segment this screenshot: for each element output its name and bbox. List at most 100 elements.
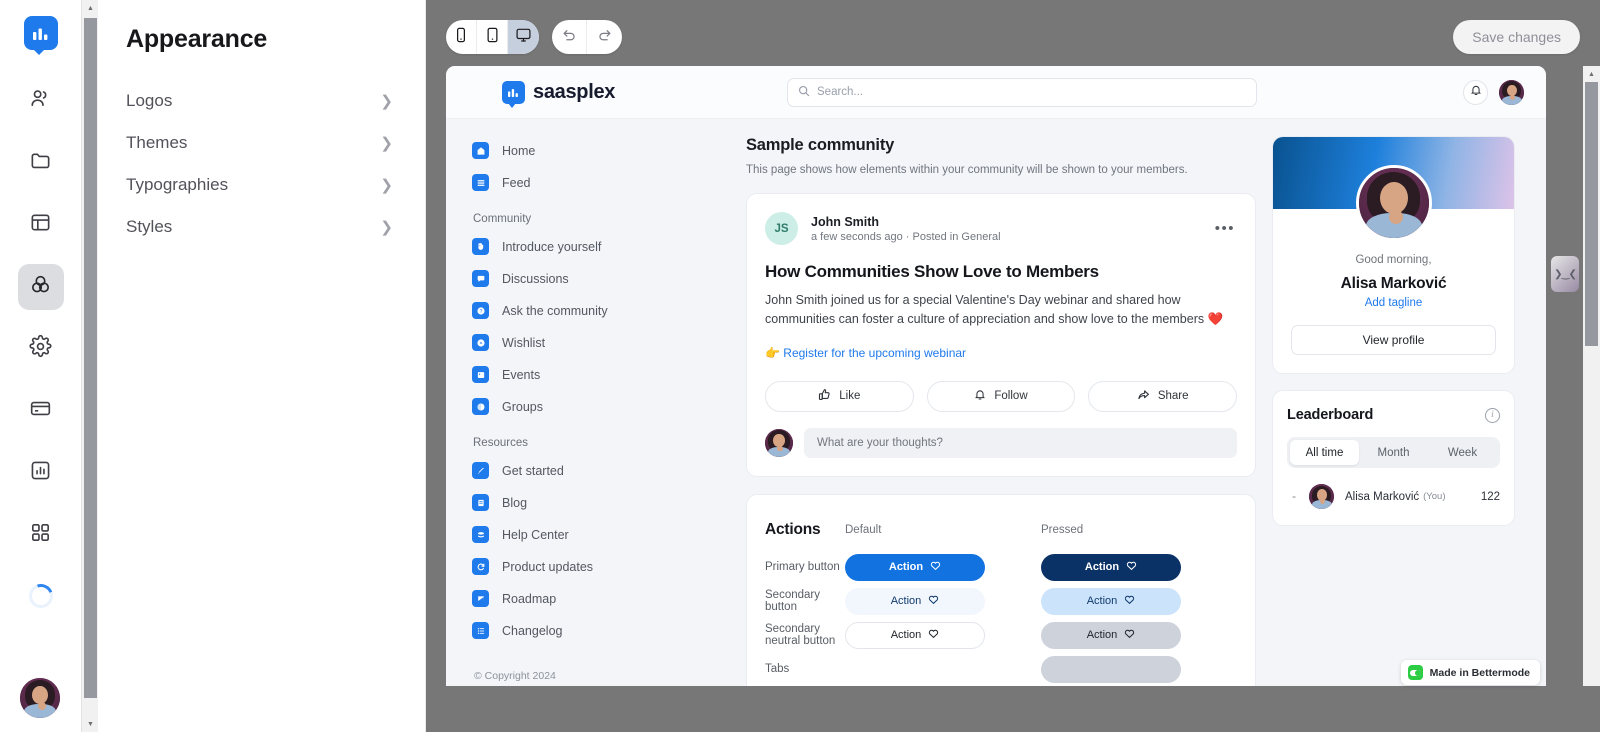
feed-icon: [472, 174, 489, 191]
sidebar-item-members[interactable]: [18, 78, 64, 124]
table-row: Tabs: [765, 655, 1237, 683]
scroll-up-arrow-icon[interactable]: ▲: [82, 0, 99, 16]
rail-scrollbar[interactable]: ▲ ▼: [81, 0, 98, 732]
leaderboard-score: 122: [1480, 490, 1500, 503]
nav-item-roadmap[interactable]: Roadmap: [464, 584, 726, 613]
nav-item-changelog[interactable]: Changelog: [464, 616, 726, 645]
header-avatar[interactable]: [1499, 79, 1524, 105]
device-mobile-button[interactable]: [446, 20, 477, 54]
nav-item-label: Feed: [502, 175, 531, 190]
nav-item-groups[interactable]: Groups: [464, 392, 726, 421]
preview-scrollbar[interactable]: ▲: [1583, 66, 1600, 686]
tab-all-time[interactable]: All time: [1290, 440, 1359, 465]
redo-button[interactable]: [587, 20, 622, 54]
device-desktop-button[interactable]: [508, 20, 539, 54]
bar-chart-icon: [29, 459, 52, 487]
nav-item-ask-the-community[interactable]: ? Ask the community: [464, 296, 726, 325]
nav-item-wishlist[interactable]: Wishlist: [464, 328, 726, 357]
preview-header-actions: [1463, 79, 1524, 105]
preview-brand[interactable]: saasplex: [502, 80, 615, 108]
primary-button-pressed[interactable]: Action: [1041, 553, 1181, 581]
post-link[interactable]: 👉 Register for the upcoming webinar: [765, 346, 1237, 360]
profile-card: Good morning, Alisa Marković Add tagline…: [1272, 136, 1515, 374]
secondary-button-default[interactable]: Action: [845, 587, 985, 615]
resize-handle-icon[interactable]: ❯‿❮: [1551, 256, 1579, 292]
question-mark-icon: ?: [472, 302, 489, 319]
neutral-button-default[interactable]: Action: [845, 621, 985, 649]
device-switcher: [446, 20, 539, 54]
sidebar-item-billing[interactable]: [18, 388, 64, 434]
settings-row-logos[interactable]: Logos ❯: [122, 80, 401, 122]
neutral-button-pressed[interactable]: Action: [1041, 621, 1181, 649]
rocket-icon: [472, 462, 489, 479]
follow-label: Follow: [994, 390, 1028, 403]
share-button[interactable]: Share: [1088, 380, 1238, 412]
nav-item-blog[interactable]: Blog: [464, 488, 726, 517]
nav-item-product-updates[interactable]: Product updates: [464, 552, 726, 581]
nav-item-discussions[interactable]: Discussions: [464, 264, 726, 293]
community-sidebar: Home Feed Community Introduce yourself D…: [446, 119, 746, 686]
leaderboard-row[interactable]: - Alisa Marković (You) 122: [1287, 484, 1500, 509]
neutral-default-label: Action: [890, 629, 922, 642]
sidebar-item-content[interactable]: [18, 140, 64, 186]
secondary-pressed-label: Action: [1086, 595, 1118, 608]
avatar[interactable]: [20, 678, 60, 718]
tab-month[interactable]: Month: [1359, 440, 1428, 465]
home-icon: [472, 142, 489, 159]
nav-item-introduce-yourself[interactable]: Introduce yourself: [464, 232, 726, 261]
search-input[interactable]: Search...: [787, 77, 1257, 107]
sidebar-item-settings[interactable]: [18, 326, 64, 372]
settings-row-styles[interactable]: Styles ❯: [122, 206, 401, 248]
save-changes-button[interactable]: Save changes: [1453, 20, 1580, 54]
row-label-secondary: Secondary button: [765, 589, 820, 614]
nav-item-get-started[interactable]: Get started: [464, 456, 726, 485]
heart-icon: [930, 560, 941, 574]
copyright-text: © Copyright 2024: [474, 670, 556, 682]
nav-item-help-center[interactable]: Help Center: [464, 520, 726, 549]
scroll-down-arrow-icon[interactable]: ▼: [82, 716, 99, 732]
info-icon[interactable]: i: [1485, 407, 1500, 423]
follow-button[interactable]: Follow: [926, 380, 1076, 412]
settings-row-typographies[interactable]: Typographies ❯: [122, 164, 401, 206]
column-header-pressed: Pressed: [1041, 523, 1084, 536]
settings-row-themes[interactable]: Themes ❯: [122, 122, 401, 164]
refresh-icon: [472, 558, 489, 575]
undo-button[interactable]: [552, 20, 587, 54]
primary-button-default[interactable]: Action: [845, 553, 985, 581]
profile-avatar[interactable]: [1355, 165, 1432, 241]
bettermode-toggle-icon: [1407, 665, 1423, 680]
saasplex-logo-icon: [502, 80, 525, 108]
tabs-pressed-button[interactable]: [1041, 655, 1181, 683]
nav-item-feed[interactable]: Feed: [464, 168, 726, 197]
leaderboard-tabs: All time Month Week: [1287, 437, 1500, 468]
folder-icon: [29, 149, 52, 177]
column-header-default: Default: [845, 523, 882, 536]
sidebar-item-spaces[interactable]: [18, 202, 64, 248]
like-button[interactable]: Like: [765, 380, 914, 412]
secondary-button-pressed[interactable]: Action: [1041, 587, 1181, 615]
heart-icon: [1124, 628, 1135, 642]
more-horizontal-icon[interactable]: •••: [1215, 220, 1235, 237]
nav-item-label: Product updates: [502, 559, 594, 574]
made-in-bettermode-badge[interactable]: Made in Bettermode: [1400, 660, 1540, 685]
saasplex-logo-icon[interactable]: [23, 16, 58, 55]
scrollbar-thumb[interactable]: [84, 18, 97, 698]
sidebar-item-analytics[interactable]: [18, 450, 64, 496]
sidebar-item-appearance[interactable]: [17, 264, 64, 310]
scrollbar-thumb[interactable]: [1585, 82, 1598, 346]
add-tagline-link[interactable]: Add tagline: [1273, 297, 1514, 309]
leaderboard-title: Leaderboard: [1287, 407, 1374, 423]
sidebar-item-apps[interactable]: [18, 512, 64, 558]
nav-item-home[interactable]: Home: [464, 136, 726, 165]
comment-input[interactable]: What are your thoughts?: [804, 427, 1237, 458]
tab-week[interactable]: Week: [1428, 440, 1497, 465]
avatar-photo: [765, 428, 793, 457]
leaderboard-rank: -: [1292, 490, 1296, 503]
scroll-up-arrow-icon[interactable]: ▲: [1583, 66, 1600, 82]
device-tablet-button[interactable]: [477, 20, 508, 54]
heart-icon: [1126, 560, 1137, 574]
view-profile-button[interactable]: View profile: [1291, 325, 1496, 355]
nav-item-events[interactable]: Events: [464, 360, 726, 389]
notifications-button[interactable]: [1463, 79, 1488, 105]
avatar-photo: [1358, 168, 1429, 238]
